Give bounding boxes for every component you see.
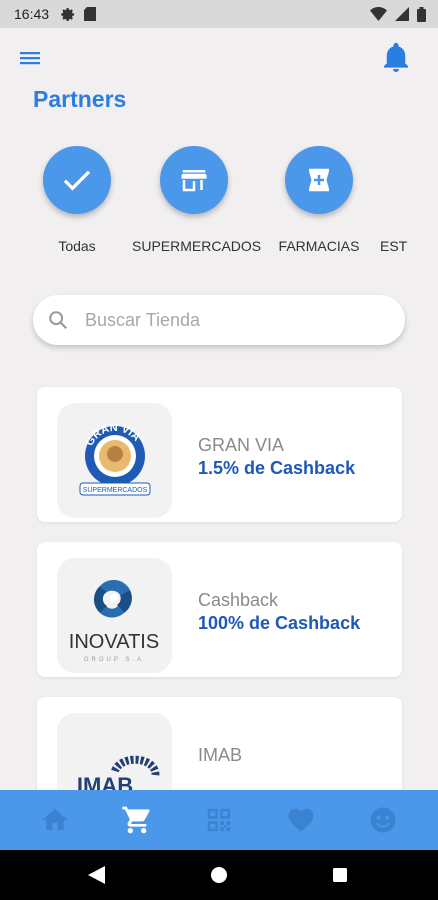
category-est[interactable]: EST <box>380 146 420 254</box>
nav-home[interactable] <box>35 800 75 840</box>
search-bar[interactable] <box>33 295 405 345</box>
store-cashback: 1.5% de Cashback <box>198 458 356 478</box>
store-cashback: 100% de Cashback <box>198 613 361 633</box>
profile-icon <box>370 807 396 833</box>
battery-icon <box>417 6 426 22</box>
heart-icon <box>288 808 314 832</box>
notifications-button[interactable] <box>382 42 410 72</box>
category-todas[interactable]: Todas <box>42 146 112 254</box>
bell-icon <box>383 42 409 72</box>
logo-text: INOVATIS <box>69 631 159 653</box>
store-logo-gran-via: GRAN VIA SUPERMERCADOS <box>57 403 172 518</box>
back-triangle-icon <box>88 866 105 884</box>
category-filter-row: Todas SUPERMERCADOS FARMACIAS EST <box>0 146 438 256</box>
category-supermercados[interactable]: SUPERMERCADOS <box>132 146 262 254</box>
search-input[interactable] <box>83 308 367 332</box>
store-name: IMAB <box>198 745 243 765</box>
category-farmacias[interactable]: FARMACIAS <box>278 146 360 254</box>
category-circle <box>43 146 111 214</box>
nav-favorites[interactable] <box>281 800 321 840</box>
home-icon <box>42 808 68 830</box>
store-name: GRAN VIA <box>198 435 285 455</box>
nav-qr[interactable] <box>199 800 239 840</box>
bottom-navigation <box>0 790 438 850</box>
store-name: Cashback <box>198 590 279 610</box>
store-icon <box>181 170 207 192</box>
recents-square-icon <box>333 868 347 882</box>
cart-icon <box>122 806 150 834</box>
signal-icon <box>395 7 409 21</box>
category-label: EST <box>380 238 408 254</box>
system-home-button[interactable] <box>211 867 227 888</box>
check-icon <box>63 170 91 191</box>
hamburger-menu-icon <box>20 52 40 65</box>
home-circle-icon <box>211 867 227 883</box>
sd-card-icon <box>84 7 97 21</box>
logo-caption: GROUP S.A <box>84 657 144 663</box>
top-app-bar <box>0 40 438 76</box>
status-time: 16:43 <box>14 6 50 22</box>
wifi-icon <box>370 7 387 21</box>
category-label: Todas <box>58 238 96 254</box>
settings-icon <box>61 7 75 21</box>
store-card-inovatis[interactable]: INOVATIS GROUP S.A Cashback 100% de Cash… <box>37 542 402 677</box>
qr-code-icon <box>207 808 231 832</box>
search-icon <box>49 311 68 330</box>
menu-button[interactable] <box>18 46 42 70</box>
pharmacy-icon <box>309 168 329 192</box>
category-label: FARMACIAS <box>278 238 360 254</box>
page-title: Partners <box>33 86 127 112</box>
category-circle <box>285 146 353 214</box>
nav-profile[interactable] <box>363 800 403 840</box>
system-back-button[interactable] <box>88 866 105 889</box>
logo-caption: SUPERMERCADOS <box>82 487 147 494</box>
category-label: SUPERMERCADOS <box>132 238 262 254</box>
category-circle <box>160 146 228 214</box>
store-logo-inovatis: INOVATIS GROUP S.A <box>57 558 172 673</box>
system-recents-button[interactable] <box>333 868 347 887</box>
nav-cart[interactable] <box>117 800 157 840</box>
system-navigation-bar <box>0 850 438 900</box>
status-bar: 16:43 <box>0 0 438 28</box>
store-card-gran-via[interactable]: GRAN VIA SUPERMERCADOS GRAN VIA 1.5% de … <box>37 387 402 522</box>
